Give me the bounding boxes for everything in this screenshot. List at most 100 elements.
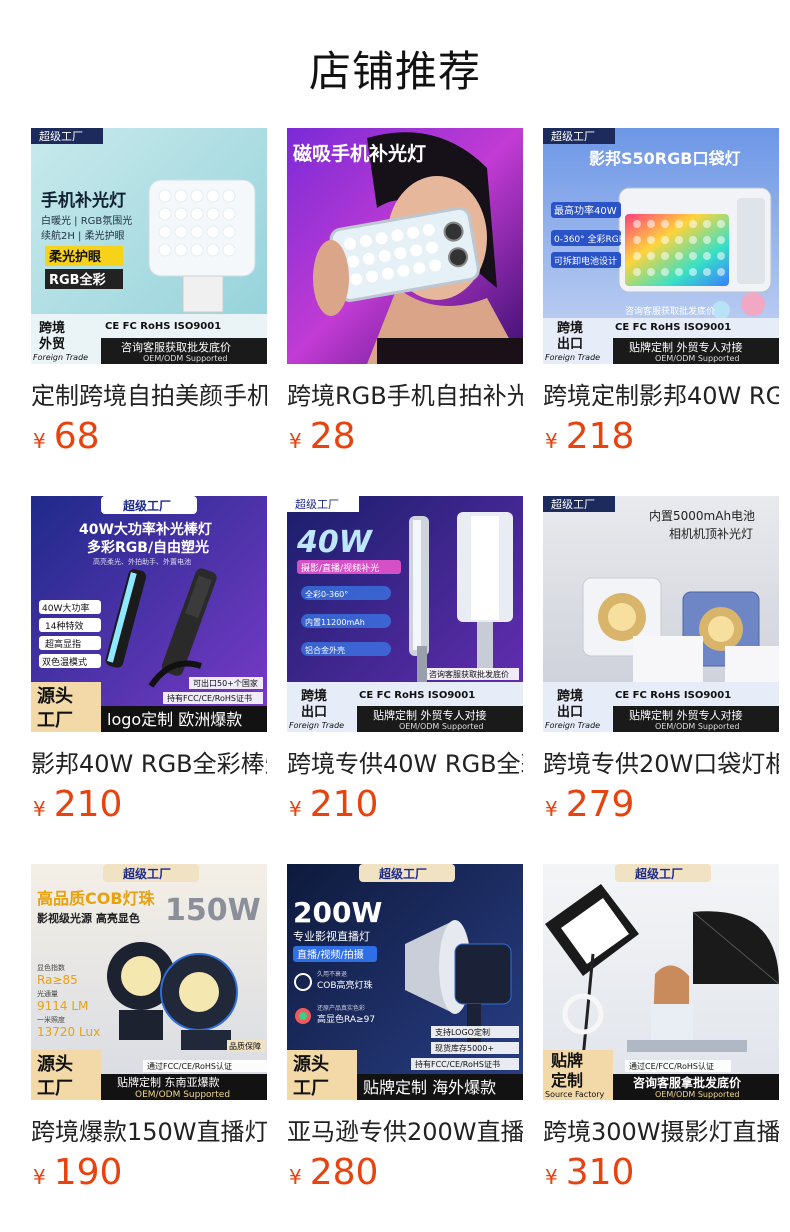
product-name[interactable]: 跨境300W摄影灯直播补光灯 — [543, 1112, 779, 1147]
svg-text:还原产品真实色彩: 还原产品真实色彩 — [317, 1004, 365, 1012]
product-image[interactable]: 超级工厂 通过CE/FCC/RoHS认证 贴牌 定制 Source Factor… — [543, 864, 779, 1100]
svg-text:Source Factory: Source Factory — [545, 1090, 605, 1099]
svg-text:专业影视直播灯: 专业影视直播灯 — [293, 929, 370, 943]
svg-text:显色指数: 显色指数 — [37, 963, 65, 972]
svg-text:COB高亮灯珠: COB高亮灯珠 — [317, 979, 373, 991]
svg-text:通过FCC/CE/RoHS认证: 通过FCC/CE/RoHS认证 — [147, 1061, 232, 1071]
svg-text:双色温模式: 双色温模式 — [42, 656, 87, 668]
svg-text:咨询客服获取批发底价: 咨询客服获取批发底价 — [625, 305, 715, 317]
svg-text:CE FC RoHS ISO9001: CE FC RoHS ISO9001 — [615, 690, 731, 701]
svg-text:OEM/ODM Supported: OEM/ODM Supported — [143, 354, 227, 363]
svg-text:超级工厂: 超级工厂 — [122, 498, 171, 513]
product-image[interactable]: 超级工厂 高品质COB灯珠 影视级光源 高亮显色 150W 显色指数 Ra≥85… — [31, 864, 267, 1100]
product-price: ¥218 — [545, 416, 634, 457]
svg-text:通过CE/FCC/RoHS认证: 通过CE/FCC/RoHS认证 — [629, 1061, 714, 1071]
price-value: 310 — [565, 1152, 635, 1193]
svg-text:超级工厂: 超级工厂 — [634, 866, 683, 881]
product-price: ¥210 — [289, 784, 378, 825]
product-image[interactable]: 超级工厂 200W 专业影视直播灯 直播/视频/拍摄 久用不衰退 COB高亮灯珠… — [287, 864, 523, 1100]
svg-text:Foreign Trade: Foreign Trade — [289, 721, 344, 730]
svg-text:一米照度: 一米照度 — [37, 1015, 65, 1024]
svg-text:白暖光 | RGB氛围光: 白暖光 | RGB氛围光 — [41, 214, 132, 227]
svg-text:相机机顶补光灯: 相机机顶补光灯 — [669, 527, 753, 541]
product-name[interactable]: 跨境爆款150W直播灯 — [31, 1112, 267, 1147]
svg-text:咨询客服拿批发底价: 咨询客服拿批发底价 — [633, 1075, 742, 1090]
svg-text:超高显指: 超高显指 — [45, 638, 81, 650]
currency-symbol: ¥ — [33, 429, 46, 453]
product-image[interactable]: 超级工厂 手机补光灯 白暖光 | RGB氛围光 续航2H | 柔光护眼 柔光护眼… — [31, 128, 267, 364]
product-name[interactable]: 跨境定制影邦40W RGB口袋灯 — [543, 376, 779, 411]
svg-text:出口: 出口 — [557, 336, 583, 352]
product-name[interactable]: 跨境RGB手机自拍补光灯 — [287, 376, 523, 411]
svg-text:OEM/ODM Supported: OEM/ODM Supported — [655, 1090, 739, 1099]
price-value: 210 — [53, 784, 123, 825]
svg-text:影视级光源 高亮显色: 影视级光源 高亮显色 — [37, 911, 140, 925]
product-price: ¥280 — [289, 1152, 378, 1193]
svg-text:续航2H | 柔光护眼: 续航2H | 柔光护眼 — [41, 229, 125, 242]
product-name[interactable]: 亚马逊专供200W直播灯 — [287, 1112, 523, 1147]
product-price: ¥28 — [289, 416, 356, 457]
svg-text:工厂: 工厂 — [37, 1078, 73, 1099]
svg-text:贴牌定制 海外爆款: 贴牌定制 海外爆款 — [363, 1078, 496, 1097]
svg-text:柔光护眼: 柔光护眼 — [48, 249, 102, 265]
svg-text:最高功率40W: 最高功率40W — [554, 204, 617, 217]
svg-text:200W: 200W — [293, 896, 382, 929]
svg-text:内置5000mAh电池: 内置5000mAh电池 — [649, 509, 755, 523]
svg-text:14种特效: 14种特效 — [45, 620, 83, 632]
svg-text:Foreign Trade: Foreign Trade — [33, 353, 88, 362]
product-name[interactable]: 定制跨境自拍美颜手机补光灯 — [31, 376, 267, 411]
price-value: 28 — [309, 416, 356, 457]
badge-text: 超级工厂 — [39, 129, 83, 143]
product-price: ¥190 — [33, 1152, 122, 1193]
svg-text:Foreign Trade: Foreign Trade — [545, 353, 600, 362]
svg-text:源头: 源头 — [293, 1053, 329, 1075]
product-image[interactable]: 超级工厂 40W大功率补光棒灯 多彩RGB/自由塑光 高亮柔光、外拍助手、外置电… — [31, 496, 267, 732]
product-image[interactable]: 超级工厂 影邦S50RGB口袋灯 最高功率40W 0-360° 全彩RGB 可拆… — [543, 128, 779, 364]
svg-text:源头: 源头 — [37, 1053, 73, 1075]
svg-text:咨询客服获取批发底价: 咨询客服获取批发底价 — [121, 340, 231, 354]
svg-text:品质保障: 品质保障 — [229, 1041, 261, 1051]
svg-text:影邦S50RGB口袋灯: 影邦S50RGB口袋灯 — [589, 149, 740, 168]
svg-text:OEM/ODM Supported: OEM/ODM Supported — [135, 1090, 230, 1100]
svg-text:贴牌: 贴牌 — [551, 1051, 583, 1070]
product-name[interactable]: 跨境专供20W口袋灯相机补光灯 — [543, 744, 779, 779]
svg-text:Foreign Trade: Foreign Trade — [545, 721, 600, 730]
svg-text:超级工厂: 超级工厂 — [551, 497, 595, 511]
svg-text:直播/视频/拍摄: 直播/视频/拍摄 — [297, 948, 364, 961]
svg-text:CE FC RoHS ISO9001: CE FC RoHS ISO9001 — [615, 322, 731, 333]
svg-text:40W: 40W — [296, 525, 374, 560]
price-value: 68 — [53, 416, 100, 457]
svg-text:高品质COB灯珠: 高品质COB灯珠 — [37, 889, 156, 908]
price-value: 190 — [53, 1152, 123, 1193]
svg-text:磁吸手机补光灯: 磁吸手机补光灯 — [293, 142, 426, 165]
product-image[interactable]: 超级工厂 内置5000mAh电池 相机机顶补光灯 跨境 出口 Foreign T… — [543, 496, 779, 732]
svg-text:超级工厂: 超级工厂 — [378, 866, 427, 881]
svg-text:摄影/直播/视频补光: 摄影/直播/视频补光 — [301, 562, 379, 574]
svg-text:持有FCC/CE/RoHS证书: 持有FCC/CE/RoHS证书 — [415, 1059, 500, 1069]
svg-text:支持LOGO定制: 支持LOGO定制 — [435, 1027, 490, 1037]
svg-text:工厂: 工厂 — [293, 1078, 329, 1099]
svg-text:跨境: 跨境 — [301, 688, 327, 704]
svg-text:久用不衰退: 久用不衰退 — [317, 970, 347, 978]
svg-text:定制: 定制 — [550, 1071, 583, 1090]
svg-text:全彩0-360°: 全彩0-360° — [305, 589, 348, 599]
product-price: ¥279 — [545, 784, 634, 825]
currency-symbol: ¥ — [33, 797, 46, 821]
product-image[interactable]: 超级工厂 40W 摄影/直播/视频补光 全彩0-360° 内置11200mAh … — [287, 496, 523, 732]
currency-symbol: ¥ — [289, 797, 302, 821]
product-name[interactable]: 跨境专供40W RGB全彩棒灯 — [287, 744, 523, 779]
svg-text:RGB全彩: RGB全彩 — [49, 272, 106, 288]
svg-text:9114 LM: 9114 LM — [37, 999, 88, 1013]
price-value: 210 — [309, 784, 379, 825]
svg-text:源头: 源头 — [37, 685, 73, 707]
svg-text:0-360° 全彩RGB: 0-360° 全彩RGB — [554, 233, 625, 245]
price-value: 280 — [309, 1152, 379, 1193]
svg-text:OEM/ODM Supported: OEM/ODM Supported — [655, 354, 739, 363]
product-name[interactable]: 影邦40W RGB全彩棒灯 — [31, 744, 267, 779]
currency-symbol: ¥ — [545, 429, 558, 453]
price-value: 279 — [565, 784, 635, 825]
svg-text:可拆卸电池设计: 可拆卸电池设计 — [554, 255, 617, 267]
svg-text:贴牌定制 东南亚爆款: 贴牌定制 东南亚爆款 — [117, 1075, 220, 1089]
product-price: ¥210 — [33, 784, 122, 825]
product-image[interactable]: 磁吸手机补光灯 — [287, 128, 523, 364]
